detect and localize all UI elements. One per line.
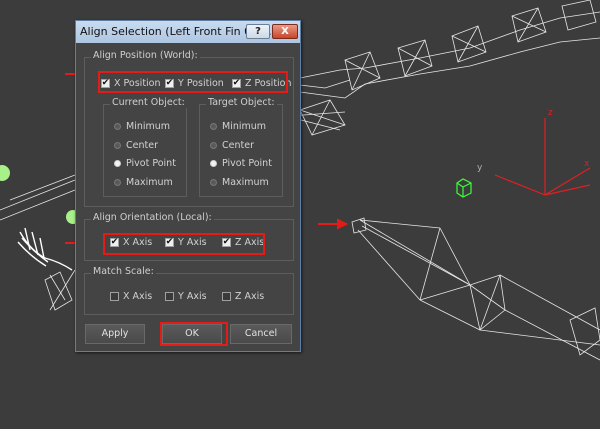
target-object-group: Target Object: Minimum Center Pivot Poin… bbox=[199, 97, 283, 197]
axis-label-y: y bbox=[477, 163, 483, 173]
scale-y-axis-label: Y Axis bbox=[178, 291, 207, 302]
target-pivot-point-radio[interactable]: Pivot Point bbox=[210, 158, 272, 169]
radio-target-center[interactable] bbox=[210, 142, 217, 149]
target-center-label: Center bbox=[222, 140, 254, 151]
cancel-button[interactable]: Cancel bbox=[230, 324, 292, 344]
checkbox-scale-z-axis[interactable] bbox=[222, 292, 231, 301]
match-scale-label: Match Scale: bbox=[91, 266, 156, 277]
current-maximum-label: Maximum bbox=[126, 177, 173, 188]
highlight-box-position bbox=[98, 71, 288, 93]
highlight-box-ok bbox=[160, 322, 228, 346]
pivot-gizmo bbox=[494, 118, 591, 196]
dialog-titlebar[interactable]: Align Selection (Left Front Fin 01 j... … bbox=[76, 21, 300, 43]
current-object-group: Current Object: Minimum Center Pivot Poi… bbox=[103, 97, 187, 197]
align-position-label: Align Position (World): bbox=[91, 50, 200, 61]
target-maximum-radio[interactable]: Maximum bbox=[210, 177, 269, 188]
target-minimum-radio[interactable]: Minimum bbox=[210, 121, 266, 132]
scale-z-axis-checkbox[interactable]: Z Axis bbox=[222, 291, 264, 302]
axis-label-x: x bbox=[584, 159, 590, 169]
match-scale-group: Match Scale: X Axis Y Axis Z Axis bbox=[84, 266, 294, 315]
target-maximum-label: Maximum bbox=[222, 177, 269, 188]
help-button[interactable]: ? bbox=[246, 24, 270, 39]
radio-target-minimum[interactable] bbox=[210, 123, 217, 130]
target-object-label: Target Object: bbox=[206, 97, 277, 108]
highlight-box-orientation bbox=[103, 233, 265, 255]
current-center-radio[interactable]: Center bbox=[114, 140, 158, 151]
align-orientation-label: Align Orientation (Local): bbox=[91, 212, 214, 223]
red-arrow bbox=[318, 218, 349, 230]
green-dot-marker bbox=[0, 165, 10, 181]
radio-current-center[interactable] bbox=[114, 142, 121, 149]
checkbox-scale-y-axis[interactable] bbox=[165, 292, 174, 301]
radio-current-pivot-point[interactable] bbox=[114, 160, 121, 167]
current-center-label: Center bbox=[126, 140, 158, 151]
axis-label-z: z bbox=[548, 108, 553, 118]
selection-cube-icon bbox=[456, 178, 472, 198]
target-minimum-label: Minimum bbox=[222, 121, 267, 132]
target-center-radio[interactable]: Center bbox=[210, 140, 254, 151]
scale-y-axis-checkbox[interactable]: Y Axis bbox=[165, 291, 207, 302]
scale-x-axis-checkbox[interactable]: X Axis bbox=[110, 291, 152, 302]
current-pivot-point-radio[interactable]: Pivot Point bbox=[114, 158, 176, 169]
radio-target-pivot-point[interactable] bbox=[210, 160, 217, 167]
checkbox-scale-x-axis[interactable] bbox=[110, 292, 119, 301]
apply-button[interactable]: Apply bbox=[85, 324, 145, 344]
current-minimum-radio[interactable]: Minimum bbox=[114, 121, 170, 132]
close-button[interactable]: X bbox=[272, 24, 298, 39]
scale-z-axis-label: Z Axis bbox=[235, 291, 265, 302]
current-maximum-radio[interactable]: Maximum bbox=[114, 177, 173, 188]
target-pivot-point-label: Pivot Point bbox=[222, 158, 272, 169]
spiky-fin-shape bbox=[17, 227, 73, 271]
radio-current-minimum[interactable] bbox=[114, 123, 121, 130]
align-selection-dialog: Align Selection (Left Front Fin 01 j... … bbox=[75, 20, 301, 352]
current-pivot-point-label: Pivot Point bbox=[126, 158, 176, 169]
radio-current-maximum[interactable] bbox=[114, 179, 121, 186]
radio-target-maximum[interactable] bbox=[210, 179, 217, 186]
scale-x-axis-label: X Axis bbox=[123, 291, 153, 302]
current-object-label: Current Object: bbox=[110, 97, 187, 108]
current-minimum-label: Minimum bbox=[126, 121, 171, 132]
